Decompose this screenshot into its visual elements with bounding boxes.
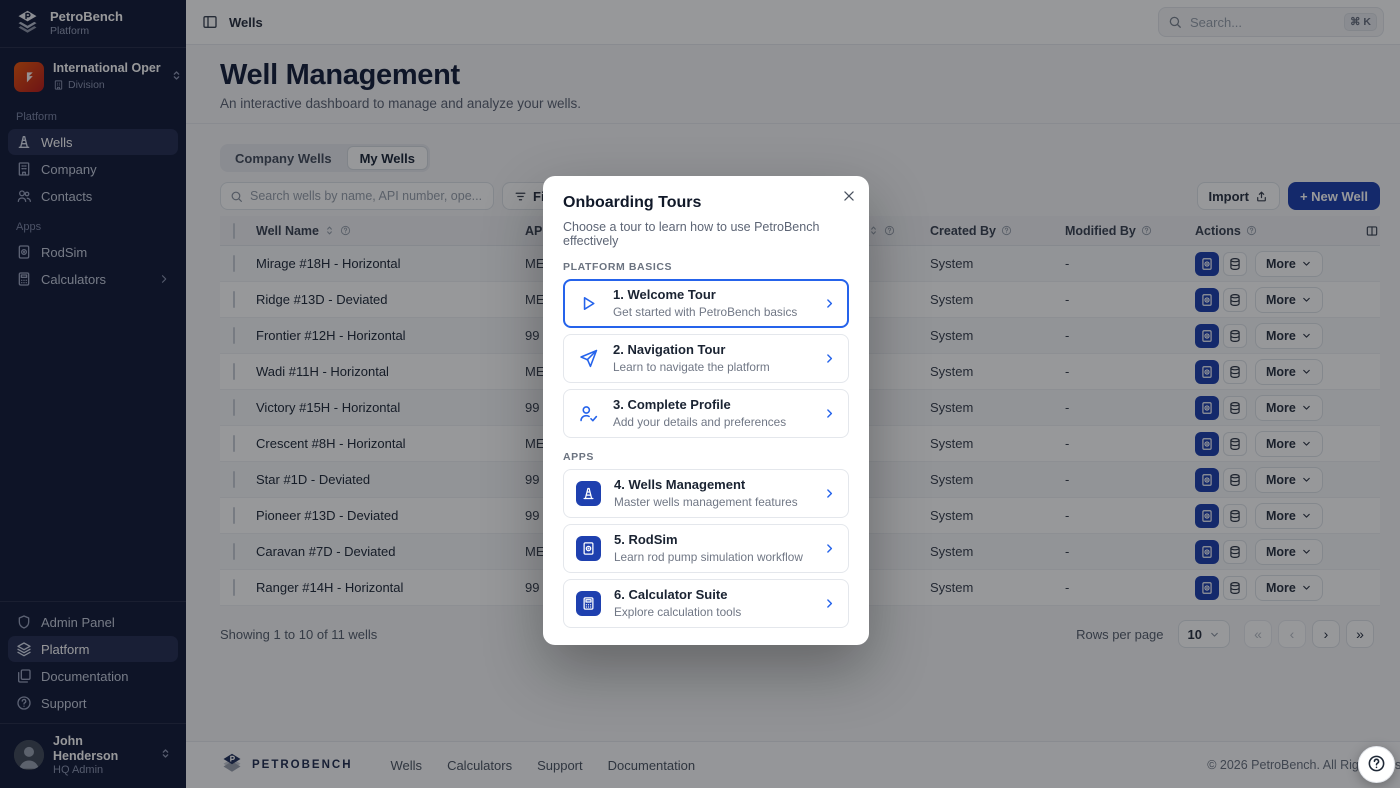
tour-text: 2. Navigation Tour Learn to navigate the … xyxy=(613,342,770,375)
tour-title: 2. Navigation Tour xyxy=(613,342,770,358)
tour-text: 5. RodSim Learn rod pump simulation workf… xyxy=(614,532,803,565)
calculator-icon xyxy=(576,591,601,616)
tour-description: Explore calculation tools xyxy=(614,605,741,620)
derrick-icon xyxy=(576,481,601,506)
tour-item-4-wells-management[interactable]: 4. Wells Management Master wells manageme… xyxy=(563,469,849,518)
tour-item-2-navigation-tour[interactable]: 2. Navigation Tour Learn to navigate the … xyxy=(563,334,849,383)
help-button[interactable] xyxy=(1358,746,1395,783)
tour-item-6-calculator-suite[interactable]: 6. Calculator Suite Explore calculation t… xyxy=(563,579,849,628)
chevron-right-icon xyxy=(823,297,836,310)
tour-text: 4. Wells Management Master wells manageme… xyxy=(614,477,798,510)
tour-item-3-complete-profile[interactable]: 3. Complete Profile Add your details and … xyxy=(563,389,849,438)
tour-text: 3. Complete Profile Add your details and … xyxy=(613,397,786,430)
modal-title: Onboarding Tours xyxy=(563,194,849,212)
tour-description: Get started with PetroBench basics xyxy=(613,305,797,320)
tour-title: 6. Calculator Suite xyxy=(614,587,741,603)
tour-title: 3. Complete Profile xyxy=(613,397,786,413)
chevron-right-icon xyxy=(823,352,836,365)
tour-description: Learn rod pump simulation workflow xyxy=(614,550,803,565)
send-icon xyxy=(576,348,600,369)
help-icon xyxy=(1367,754,1386,776)
tour-description: Add your details and preferences xyxy=(613,415,786,430)
tour-description: Master wells management features xyxy=(614,495,798,510)
tour-text: 6. Calculator Suite Explore calculation t… xyxy=(614,587,741,620)
tour-sections: PLATFORM BASICS 1. Welcome Tour Get starte… xyxy=(563,261,849,628)
rodsim-icon xyxy=(576,536,601,561)
tour-section-label: APPS xyxy=(563,451,849,463)
modal-subtitle: Choose a tour to learn how to use PetroB… xyxy=(563,220,849,248)
chevron-right-icon xyxy=(823,597,836,610)
tour-section-label: PLATFORM BASICS xyxy=(563,261,849,273)
close-icon[interactable] xyxy=(842,189,856,203)
tour-item-1-welcome-tour[interactable]: 1. Welcome Tour Get started with PetroBen… xyxy=(563,279,849,328)
tour-title: 1. Welcome Tour xyxy=(613,287,797,303)
play-icon xyxy=(576,293,600,314)
onboarding-modal: Onboarding Tours Choose a tour to learn … xyxy=(543,176,869,645)
user-check-icon xyxy=(576,403,600,424)
chevron-right-icon xyxy=(823,407,836,420)
tour-text: 1. Welcome Tour Get started with PetroBen… xyxy=(613,287,797,320)
tour-title: 4. Wells Management xyxy=(614,477,798,493)
tour-description: Learn to navigate the platform xyxy=(613,360,770,375)
tour-item-5-rodsim[interactable]: 5. RodSim Learn rod pump simulation workf… xyxy=(563,524,849,573)
chevron-right-icon xyxy=(823,487,836,500)
tour-title: 5. RodSim xyxy=(614,532,803,548)
chevron-right-icon xyxy=(823,542,836,555)
